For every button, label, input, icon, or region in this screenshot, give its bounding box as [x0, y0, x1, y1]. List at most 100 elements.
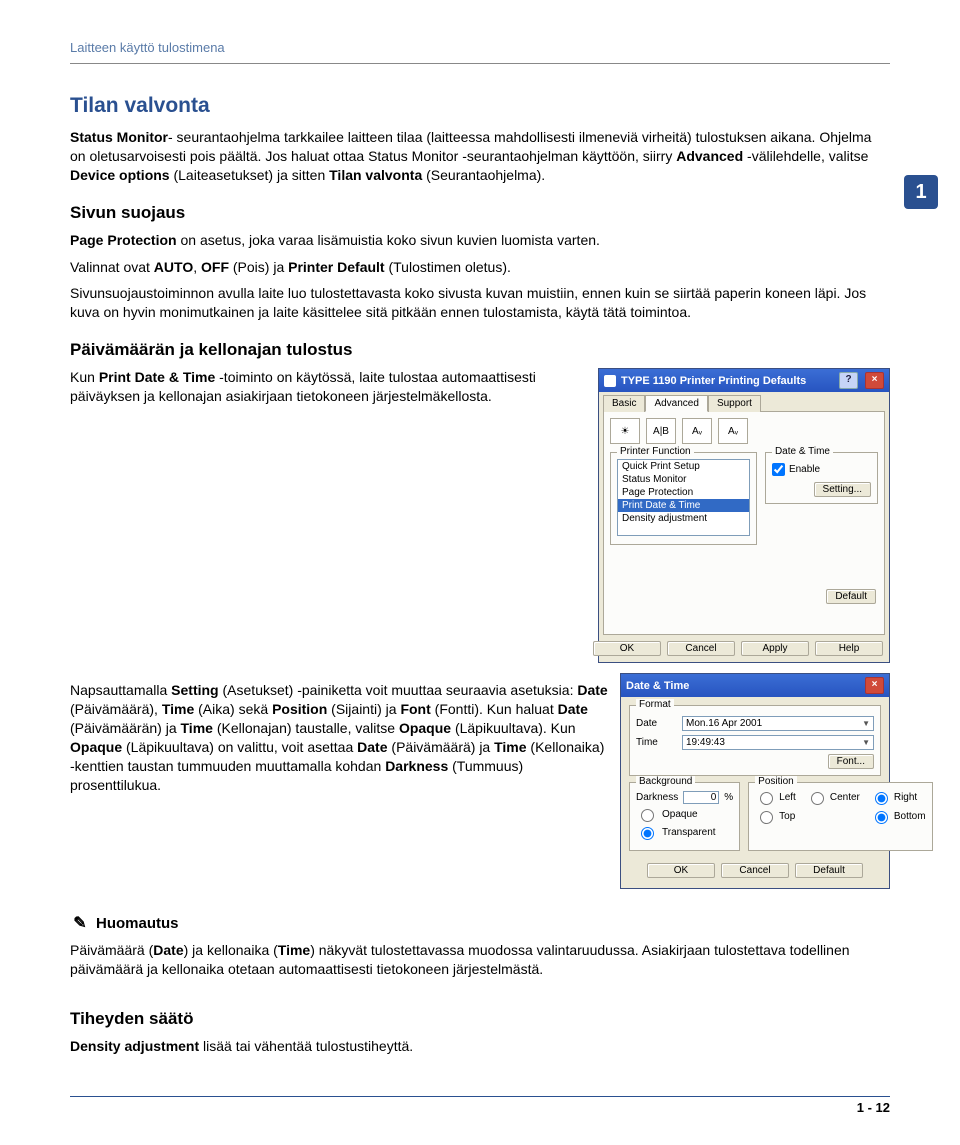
tab-advanced[interactable]: Advanced: [645, 395, 707, 412]
date-dropdown[interactable]: Mon.16 Apr 2001 ▼: [682, 716, 874, 731]
tab-panel: ☀ A|B Aᵥ Aᵥ Printer Function Quick Print…: [603, 412, 885, 635]
top-radio[interactable]: [760, 811, 773, 824]
opaque-label: Opaque: [662, 809, 698, 820]
list-item[interactable]: Status Monitor: [618, 473, 749, 486]
time-label: Time: [636, 737, 676, 748]
close-title-button[interactable]: ×: [865, 677, 884, 694]
time-dropdown[interactable]: 19:49:43▼: [682, 735, 874, 750]
enable-label: Enable: [789, 464, 820, 475]
toolbar-icon-1[interactable]: ☀: [610, 418, 640, 444]
cancel-button[interactable]: Cancel: [721, 863, 789, 878]
dialog-titlebar: Date & Time ×: [621, 674, 889, 697]
term-off: OFF: [201, 259, 229, 275]
chapter-badge: 1: [904, 175, 938, 209]
darkness-spinner[interactable]: 0: [683, 791, 719, 804]
center-label: Center: [830, 792, 860, 803]
group-printer-function: Printer Function Quick Print Setup Statu…: [610, 452, 757, 545]
dialog-printing-defaults: TYPE 1190 Printer Printing Defaults ? × …: [598, 368, 890, 663]
text: -välilehdelle, valitse: [747, 148, 868, 164]
bottom-radio[interactable]: [875, 811, 888, 824]
tab-basic[interactable]: Basic: [603, 395, 645, 412]
text: Napsauttamalla: [70, 682, 171, 698]
dialog-title: Date & Time: [626, 680, 689, 692]
chevron-down-icon: ▼: [862, 738, 870, 747]
text: (Kellonajan) taustalle, valitse: [213, 720, 399, 736]
term-print-date-time: Print Date & Time: [99, 369, 215, 385]
toolbar: ☀ A|B Aᵥ Aᵥ: [610, 418, 878, 444]
default-button[interactable]: Default: [826, 589, 876, 604]
term-time: Time: [494, 739, 526, 755]
printer-function-listbox[interactable]: Quick Print Setup Status Monitor Page Pr…: [617, 459, 750, 536]
tab-support[interactable]: Support: [708, 395, 761, 412]
font-button[interactable]: Font...: [828, 754, 874, 769]
note-heading: ✎ Huomautus: [70, 913, 890, 933]
para-page-protection-1: Page Protection on asetus, joka varaa li…: [70, 231, 890, 250]
heading-sivun-suojaus: Sivun suojaus: [70, 203, 890, 223]
text: (Tulostimen oletus).: [385, 259, 511, 275]
para-note: Päivämäärä (Date) ja kellonaika (Time) n…: [70, 941, 890, 979]
term-font: Font: [400, 701, 430, 717]
chevron-down-icon: ▼: [862, 719, 870, 728]
text: (Sijainti) ja: [327, 701, 400, 717]
term-date: Date: [558, 701, 588, 717]
text: lisää tai vähentää tulostustiheyttä.: [199, 1038, 413, 1054]
group-format: Format Date Mon.16 Apr 2001▼ Time 19:49:…: [629, 705, 881, 776]
percent-label: %: [724, 792, 733, 803]
center-radio[interactable]: [811, 792, 824, 805]
page-number: 1 - 12: [70, 1100, 890, 1115]
page-header: Laitteen käyttö tulostimena: [70, 40, 890, 55]
top-label: Top: [779, 811, 795, 822]
list-item[interactable]: Page Protection: [618, 486, 749, 499]
text: on asetus, joka varaa lisämuistia koko s…: [177, 232, 600, 248]
para-page-protection-2: Valinnat ovat AUTO, OFF (Pois) ja Printe…: [70, 258, 890, 277]
term-opaque: Opaque: [70, 739, 122, 755]
group-date-time: Date & Time Enable Setting...: [765, 452, 878, 504]
term-darkness: Darkness: [385, 758, 448, 774]
left-radio[interactable]: [760, 792, 773, 805]
list-item[interactable]: Quick Print Setup: [618, 460, 749, 473]
list-item[interactable]: Density adjustment: [618, 512, 749, 525]
ok-button[interactable]: OK: [593, 641, 661, 656]
default-button[interactable]: Default: [795, 863, 863, 878]
dialog-button-row: OK Cancel Default: [629, 857, 881, 880]
text: Päivämäärä (: [70, 942, 153, 958]
cancel-button[interactable]: Cancel: [667, 641, 735, 656]
term-date: Date: [153, 942, 183, 958]
header-rule: [70, 63, 890, 64]
help-button[interactable]: Help: [815, 641, 883, 656]
dialog-titlebar: TYPE 1190 Printer Printing Defaults ? ×: [599, 369, 889, 392]
note-title: Huomautus: [96, 915, 179, 932]
text: (Laiteasetukset) ja sitten: [170, 167, 330, 183]
heading-density: Tiheyden säätö: [70, 1009, 890, 1029]
right-radio[interactable]: [875, 792, 888, 805]
term-position: Position: [272, 701, 327, 717]
opaque-radio[interactable]: [641, 809, 654, 822]
text: (Aika) sekä: [194, 701, 272, 717]
term-printer-default: Printer Default: [288, 259, 384, 275]
term-date: Date: [357, 739, 387, 755]
help-title-button[interactable]: ?: [839, 372, 858, 389]
list-item-selected[interactable]: Print Date & Time: [618, 499, 749, 512]
apply-button[interactable]: Apply: [741, 641, 809, 656]
toolbar-icon-3[interactable]: Aᵥ: [682, 418, 712, 444]
transparent-radio[interactable]: [641, 827, 654, 840]
text: (Fontti). Kun haluat: [431, 701, 558, 717]
toolbar-icon-2[interactable]: A|B: [646, 418, 676, 444]
bottom-label: Bottom: [894, 811, 926, 822]
dialog-title: TYPE 1190 Printer Printing Defaults: [621, 375, 806, 387]
transparent-label: Transparent: [662, 827, 716, 838]
text: (Asetukset) -painiketta voit muuttaa seu…: [219, 682, 578, 698]
text: ,: [193, 259, 201, 275]
text: (Seurantaohjelma).: [422, 167, 545, 183]
ok-button[interactable]: OK: [647, 863, 715, 878]
close-title-button[interactable]: ×: [865, 372, 884, 389]
text: (Läpikuultava) on valittu, voit asettaa: [122, 739, 357, 755]
term-density-adjustment: Density adjustment: [70, 1038, 199, 1054]
footer-rule: [70, 1096, 890, 1097]
setting-button[interactable]: Setting...: [814, 482, 871, 497]
date-value: Mon.16 Apr 2001: [686, 718, 762, 729]
enable-checkbox[interactable]: [772, 463, 785, 476]
term-auto: AUTO: [154, 259, 193, 275]
term-time: Time: [181, 720, 213, 736]
toolbar-icon-4[interactable]: Aᵥ: [718, 418, 748, 444]
